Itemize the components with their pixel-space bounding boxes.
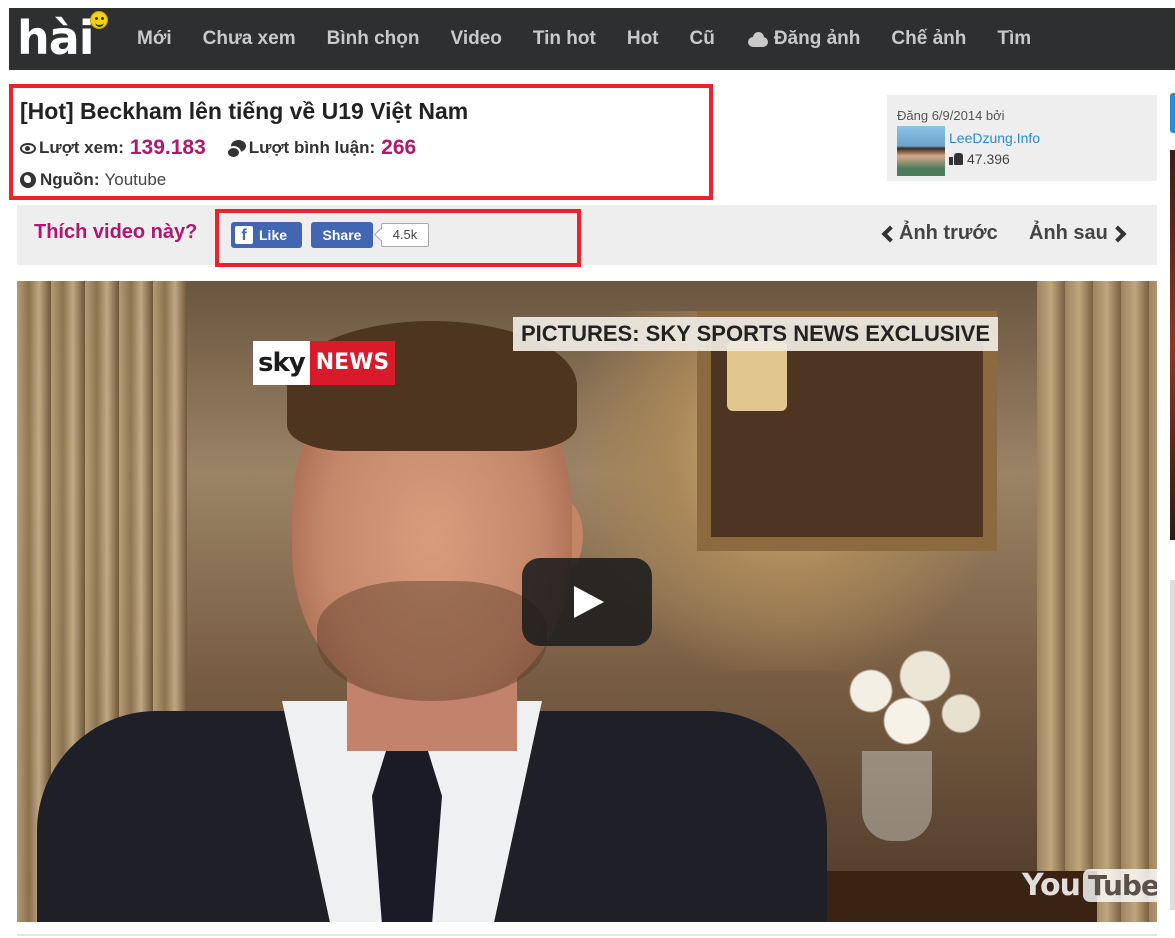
logo-text: hài xyxy=(17,11,95,65)
globe-icon xyxy=(20,172,36,188)
chevron-left-icon xyxy=(881,225,899,242)
posted-date: Đăng 6/9/2014 bởi xyxy=(897,108,1005,123)
next-image-link[interactable]: Ảnh sau xyxy=(1029,222,1127,245)
video-player[interactable]: sky NEWS PICTURES: SKY SPORTS NEWS EXCLU… xyxy=(17,281,1157,922)
eye-icon xyxy=(20,142,36,154)
like-bar: Thích video này? f Like Share 4.5k Ảnh t… xyxy=(17,205,1157,267)
post-info-highlight: [Hot] Beckham lên tiếng về U19 Việt Nam … xyxy=(9,84,713,200)
thumbs-up-icon xyxy=(949,153,963,165)
play-button[interactable] xyxy=(522,558,652,646)
facebook-like-label: Like xyxy=(259,227,288,243)
site-logo[interactable]: hài xyxy=(11,8,111,70)
nav-item-tim[interactable]: Tìm xyxy=(997,28,1031,50)
views-value: 139.183 xyxy=(129,136,206,159)
sky-news-logo: sky NEWS xyxy=(253,341,416,385)
smiley-icon xyxy=(90,11,108,29)
video-curtain-right xyxy=(1037,281,1157,922)
nav-item-binh-chon[interactable]: Bình chọn xyxy=(327,28,420,50)
side-tab[interactable] xyxy=(1170,93,1175,133)
chevron-right-icon xyxy=(1109,225,1127,242)
video-caption: PICTURES: SKY SPORTS NEWS EXCLUSIVE xyxy=(513,317,999,351)
nav-items: Mới Chưa xem Bình chọn Video Tin hot Hot… xyxy=(137,8,1062,70)
next-label: Ảnh sau xyxy=(1029,222,1108,244)
comments-value: 266 xyxy=(381,136,417,159)
facebook-buttons-highlight: f Like Share 4.5k xyxy=(215,209,581,267)
dang-anh-label: Đăng ảnh xyxy=(773,28,861,49)
cloud-upload-icon xyxy=(746,31,768,47)
play-icon xyxy=(574,586,604,618)
nav-item-moi[interactable]: Mới xyxy=(137,28,172,50)
source-value[interactable]: Youtube xyxy=(104,170,166,190)
share-count-bubble: 4.5k xyxy=(381,223,429,247)
facebook-icon: f xyxy=(235,226,253,244)
nav-item-video[interactable]: Video xyxy=(450,28,501,50)
top-navbar: hài Mới Chưa xem Bình chọn Video Tin hot… xyxy=(0,0,1175,78)
post-title: [Hot] Beckham lên tiếng về U19 Việt Nam xyxy=(20,98,469,124)
like-prompt: Thích video này? xyxy=(34,221,198,243)
video-person-beard xyxy=(317,581,547,701)
youtube-tube-text: Tube xyxy=(1082,868,1157,902)
poster-points-value: 47.396 xyxy=(967,151,1010,167)
facebook-like-button[interactable]: f Like xyxy=(231,222,302,248)
news-logo-text: NEWS xyxy=(309,341,396,385)
nav-item-hot[interactable]: Hot xyxy=(627,28,659,50)
video-lamp xyxy=(727,341,787,411)
nav-item-cu[interactable]: Cũ xyxy=(690,28,715,50)
video-person-tie xyxy=(372,751,442,922)
views-label: Lượt xem: xyxy=(39,138,124,157)
prev-image-link[interactable]: Ảnh trước xyxy=(880,222,998,245)
nav-item-tin-hot[interactable]: Tin hot xyxy=(533,28,596,50)
nav-item-chua-xem[interactable]: Chưa xem xyxy=(203,28,296,50)
post-source: Nguồn: Youtube xyxy=(20,170,166,190)
sky-logo-text: sky xyxy=(253,341,310,385)
facebook-share-button[interactable]: Share xyxy=(311,222,373,248)
youtube-logo[interactable]: You Tube xyxy=(1022,863,1157,907)
side-panel xyxy=(1170,580,1175,910)
nav-item-che-anh[interactable]: Chế ảnh xyxy=(891,28,966,50)
prev-label: Ảnh trước xyxy=(899,222,998,244)
avatar[interactable] xyxy=(897,126,945,176)
comments-label: Lượt bình luận: xyxy=(248,138,376,157)
post-stats: Lượt xem: 139.183 Lượt bình luận: 266 xyxy=(20,136,416,160)
page: hài Mới Chưa xem Bình chọn Video Tin hot… xyxy=(0,0,1175,938)
poster-name-link[interactable]: LeeDzung.Info xyxy=(949,130,1040,146)
side-thumbnail[interactable] xyxy=(1170,150,1175,540)
comments-icon xyxy=(225,140,246,159)
nav-item-dang-anh[interactable]: Đăng ảnh xyxy=(746,28,861,50)
navbar-inner: hài Mới Chưa xem Bình chọn Video Tin hot… xyxy=(9,8,1175,70)
poster-points: 47.396 xyxy=(949,151,1010,167)
divider xyxy=(17,934,1157,936)
source-label: Nguồn: xyxy=(40,170,100,189)
video-vase xyxy=(862,751,932,841)
poster-box: Đăng 6/9/2014 bởi LeeDzung.Info 47.396 xyxy=(887,95,1157,181)
youtube-you-text: You xyxy=(1022,867,1081,903)
